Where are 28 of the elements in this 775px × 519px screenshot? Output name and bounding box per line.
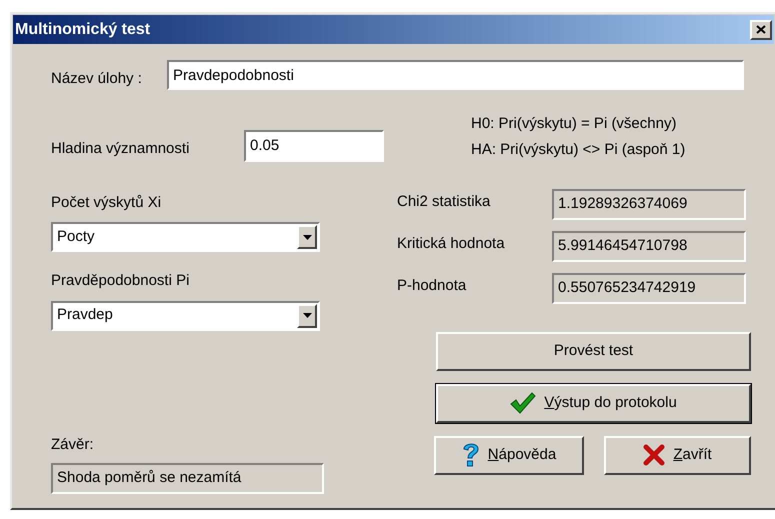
close-window-button[interactable] (750, 20, 772, 40)
result-label: Chi2 statistika (397, 192, 492, 212)
hypothesis-text: HA: Pri(výskytu) <> Pi (aspoň 1) (471, 140, 686, 160)
window-title: Multinomický test (15, 20, 150, 40)
run-test-button[interactable]: Provést test (436, 332, 751, 370)
close-icon (756, 25, 766, 34)
question-mark-icon (462, 442, 480, 468)
result-label: Kritická hodnota (397, 234, 506, 254)
conclusion-field: Shoda poměrů se nezamítá (51, 462, 324, 494)
result-field: 5.99146454710798 (552, 230, 746, 262)
dropdown[interactable]: Pocty (51, 222, 320, 252)
result-label: P-hodnota (397, 276, 468, 296)
dropdown-label: Pravděpodobnosti Pi (51, 271, 190, 291)
significance-label: Hladina významnosti (51, 139, 190, 159)
significance-field[interactable]: 0.05 (244, 130, 384, 162)
output-button[interactable]: Výstup do protokolu (436, 384, 751, 422)
checkmark-icon (510, 392, 536, 414)
hypothesis-text: H0: Pri(výskytu) = Pi (všechny) (471, 114, 678, 134)
dropdown-label: Počet výskytů Xi (51, 192, 162, 212)
result-field: 1.19289326374069 (552, 188, 746, 220)
task-name-field[interactable]: Pravdepodobnosti (167, 60, 744, 90)
cross-icon (643, 444, 666, 466)
close-button[interactable]: Zavřít (604, 436, 751, 474)
task-name-label: Název úlohy : (51, 69, 143, 89)
conclusion-label: Závěr: (51, 435, 95, 455)
dropdown[interactable]: Pravdep (51, 300, 320, 330)
result-field: 0.550765234742919 (552, 272, 746, 304)
help-button[interactable]: Nápověda (434, 436, 584, 474)
